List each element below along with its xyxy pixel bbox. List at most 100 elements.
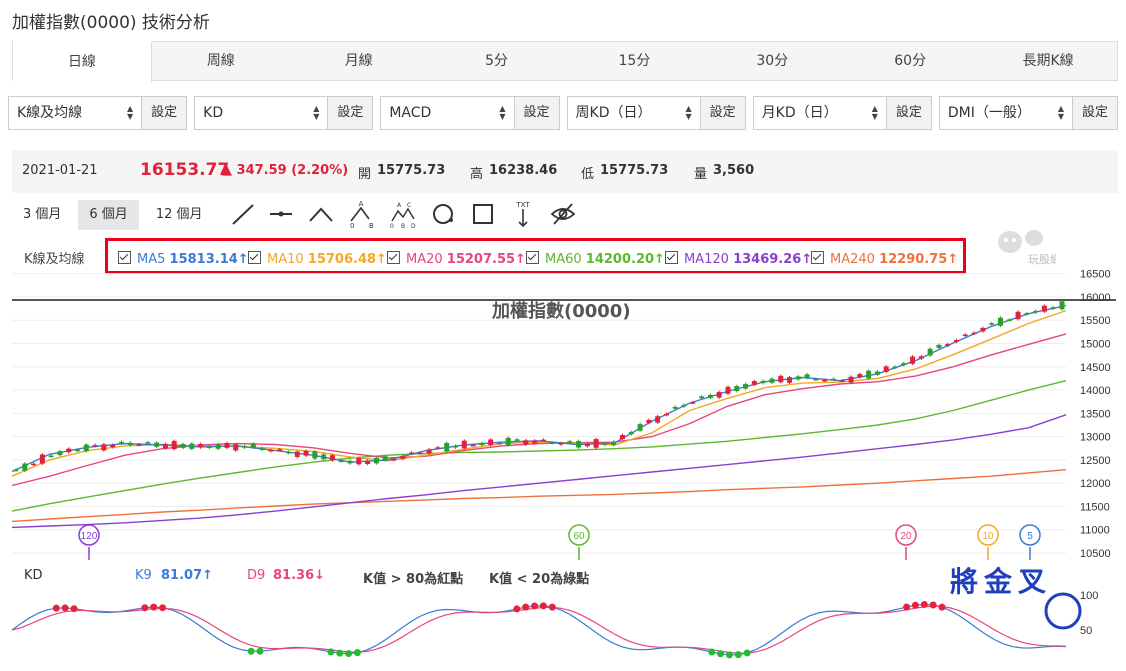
candle-body: [303, 450, 309, 456]
candle-body: [646, 419, 652, 423]
settings-button-6[interactable]: 設定: [1072, 97, 1118, 129]
angle-tool-icon[interactable]: [308, 199, 334, 229]
candle-body: [795, 376, 801, 380]
indicator-select-3[interactable]: MACD ▲ ▼: [381, 97, 513, 129]
candle-body: [611, 441, 617, 445]
low-value: 15775.73: [600, 163, 669, 178]
tool-label-txt: TXT: [515, 201, 530, 209]
candle-body: [751, 381, 757, 385]
tab-5min[interactable]: 5分: [428, 42, 566, 80]
candle-body: [57, 451, 63, 456]
updown-arrow-icon: ▲ ▼: [313, 104, 320, 121]
ma-marker-label: 10: [982, 531, 994, 542]
indicator-select-4[interactable]: 周KD（日） ▲ ▼: [568, 97, 700, 129]
candle-body: [338, 460, 344, 463]
checkbox-icon[interactable]: [118, 251, 131, 264]
candle-body: [189, 443, 195, 449]
wantgoo-logo: 玩股網: [998, 230, 1056, 266]
kd-red-dot: [903, 603, 911, 611]
checkbox-icon[interactable]: [526, 251, 539, 264]
kd-green-dot: [725, 651, 733, 659]
candle-body: [760, 380, 766, 384]
settings-button-3[interactable]: 設定: [513, 97, 559, 129]
settings-button-1[interactable]: 設定: [141, 97, 187, 129]
candle-body: [866, 370, 872, 379]
circle-tool-icon[interactable]: [430, 199, 456, 229]
selector-group-1: K線及均線 ▲ ▼ 設定: [8, 96, 188, 130]
candle-body: [13, 469, 19, 472]
checkbox-icon[interactable]: [811, 251, 824, 264]
candle-body: [312, 451, 318, 459]
horizontal-line-tool-icon[interactable]: [268, 199, 294, 229]
indicator-select-1[interactable]: K線及均線 ▲ ▼: [9, 97, 141, 129]
quote-date: 2021-01-21: [22, 163, 98, 178]
wave-abcd-tool-icon[interactable]: A C 0 B D: [390, 199, 416, 229]
range-6m-button[interactable]: 6 個月: [78, 200, 139, 230]
tab-15min[interactable]: 15分: [566, 42, 704, 80]
range-3m-button[interactable]: 3 個月: [12, 200, 73, 230]
candle-body: [787, 377, 793, 383]
tab-long-term[interactable]: 長期K線: [979, 42, 1117, 80]
y-tick-label: 16500: [1080, 269, 1111, 281]
candle-body: [1059, 301, 1065, 310]
line-tool-icon[interactable]: [230, 199, 256, 229]
kd-tick-50: 50: [1080, 625, 1092, 637]
candle-body: [655, 416, 661, 423]
indicator-select-5[interactable]: 月KD（日） ▲ ▼: [754, 97, 886, 129]
candle-body: [259, 448, 265, 450]
y-tick-label: 15500: [1080, 315, 1111, 327]
wave-ab-tool-icon[interactable]: A 0 B: [348, 199, 374, 229]
indicator-select-6[interactable]: DMI（一般） ▲ ▼: [940, 97, 1072, 129]
ma-marker-label: 5: [1027, 531, 1033, 542]
open-value: 15775.73: [377, 163, 446, 178]
candle-body: [277, 449, 283, 451]
checkbox-icon[interactable]: [248, 251, 261, 264]
candle-body: [66, 448, 72, 453]
settings-button-4[interactable]: 設定: [699, 97, 745, 129]
candle-body: [452, 445, 458, 448]
rectangle-tool-icon[interactable]: [470, 199, 496, 229]
indicator-select-2[interactable]: KD ▲ ▼: [195, 97, 327, 129]
kd-green-dot: [717, 650, 725, 658]
kd-red-dot: [548, 603, 556, 611]
candle-body: [224, 442, 230, 448]
select-value: KD: [203, 105, 224, 121]
tab-daily[interactable]: 日線: [13, 41, 152, 83]
k-line: [11, 603, 1067, 656]
candle-body: [989, 323, 995, 325]
candle-body: [180, 444, 186, 448]
candle-body: [136, 444, 142, 446]
text-tool-icon[interactable]: TXT: [510, 199, 536, 229]
kd-green-dot: [345, 650, 353, 658]
updown-arrow-icon: ▲ ▼: [1057, 104, 1065, 121]
tool-label-b: B: [369, 222, 374, 229]
checkbox-icon[interactable]: [665, 251, 678, 264]
candle-body: [479, 442, 485, 446]
candle-body: [39, 454, 45, 464]
range-12m-button[interactable]: 12 個月: [144, 200, 214, 230]
tool-label-a: A: [359, 200, 364, 208]
range-buttons: 3 個月 6 個月 12 個月: [12, 200, 214, 230]
candle-body: [848, 376, 854, 383]
quote-change: ▲ 347.59 (2.20%): [222, 163, 349, 178]
candle-body: [769, 378, 775, 383]
candle-body: [426, 449, 432, 454]
candle-body: [391, 459, 397, 461]
checkbox-icon[interactable]: [387, 251, 400, 264]
hide-drawings-icon[interactable]: [550, 199, 576, 229]
candle-body: [602, 442, 608, 445]
tab-30min[interactable]: 30分: [703, 42, 841, 80]
candle-body: [716, 392, 722, 398]
kd-green-dot: [743, 649, 751, 657]
settings-button-2[interactable]: 設定: [327, 97, 373, 129]
y-tick-label: 11500: [1080, 501, 1110, 513]
candle-body: [549, 442, 555, 444]
settings-button-5[interactable]: 設定: [885, 97, 931, 129]
candle-body: [92, 444, 98, 447]
tab-weekly[interactable]: 周線: [152, 42, 290, 80]
tab-monthly[interactable]: 月線: [290, 42, 428, 80]
candle-body: [101, 444, 107, 451]
tab-60min[interactable]: 60分: [841, 42, 979, 80]
kd-red-dot: [938, 603, 946, 611]
y-tick-label: 13500: [1080, 408, 1111, 420]
